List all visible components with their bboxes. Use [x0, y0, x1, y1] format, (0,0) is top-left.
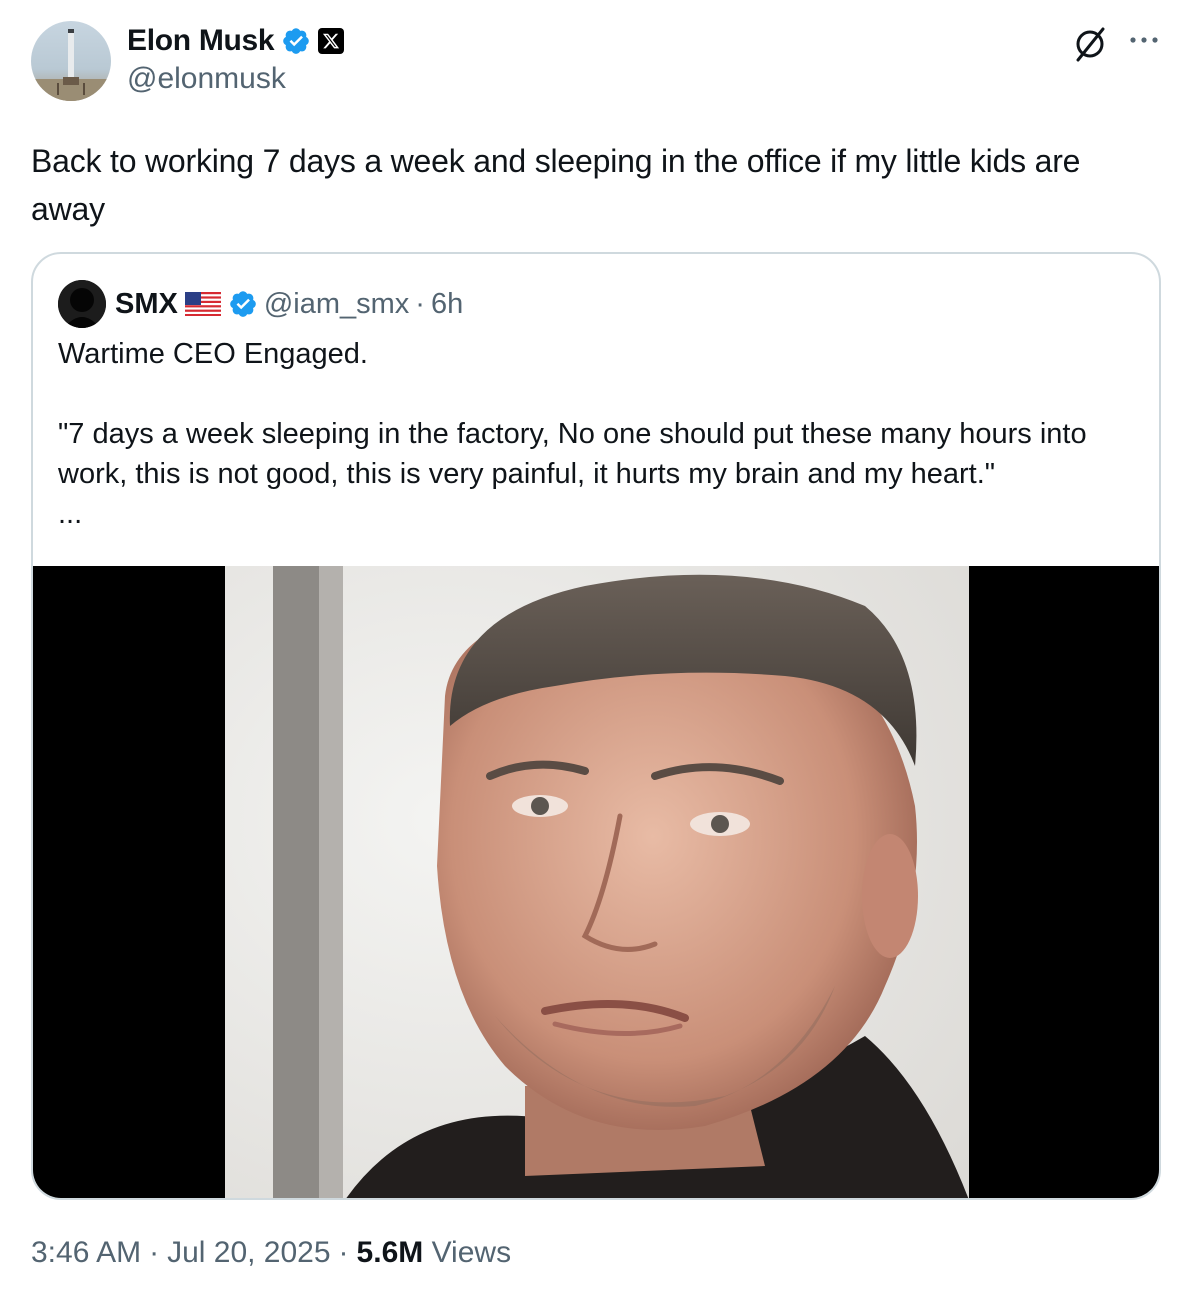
tweet: Elon Musk @elonmusk Back to working 7 da… [0, 0, 1194, 1308]
us-flag-icon [184, 290, 222, 318]
quoted-display-name[interactable]: SMX [115, 288, 178, 321]
tweet-text: Back to working 7 days a week and sleepi… [31, 143, 1081, 227]
quoted-tweet-text: Wartime CEO Engaged. "7 days a week slee… [58, 338, 1087, 530]
quoted-tweet[interactable]: SMX @iam_smx · 6h Wartime CEO Engaged. "… [31, 252, 1161, 1200]
quoted-author-avatar[interactable] [58, 280, 106, 328]
rocket-avatar-image [31, 21, 111, 101]
views-label: Views [431, 1236, 512, 1269]
quoted-timestamp[interactable]: 6h [431, 288, 463, 321]
separator-dot: · [149, 1236, 160, 1269]
verified-badge-icon [281, 26, 311, 56]
quoted-author-row: SMX @iam_smx · 6h [115, 282, 463, 326]
video-thumbnail[interactable] [33, 566, 1159, 1198]
quoted-handle[interactable]: @iam_smx [264, 288, 409, 321]
author-handle[interactable]: @elonmusk [127, 62, 286, 96]
video-frame-image [225, 566, 969, 1198]
author-display-name[interactable]: Elon Musk [127, 24, 275, 58]
grok-icon [1076, 27, 1105, 62]
views-info[interactable]: 5.6M Views [357, 1236, 512, 1270]
tweet-meta: 3:46 AM · Jul 20, 2025 · 5.6M Views [31, 1236, 511, 1270]
views-count: 5.6M [356, 1236, 424, 1269]
separator-dot: · [415, 287, 425, 320]
tweet-date[interactable]: Jul 20, 2025 [167, 1236, 330, 1270]
more-icon [1130, 37, 1158, 43]
quoted-verified-badge-icon [228, 289, 258, 319]
x-logo-icon [318, 28, 345, 54]
author-name-row: Elon Musk [127, 22, 345, 60]
tweet-time[interactable]: 3:46 AM [31, 1236, 141, 1270]
more-options-button[interactable] [1124, 28, 1164, 52]
grok-button[interactable] [1070, 24, 1110, 64]
separator-dot: · [338, 1236, 349, 1269]
author-avatar[interactable] [31, 21, 111, 101]
